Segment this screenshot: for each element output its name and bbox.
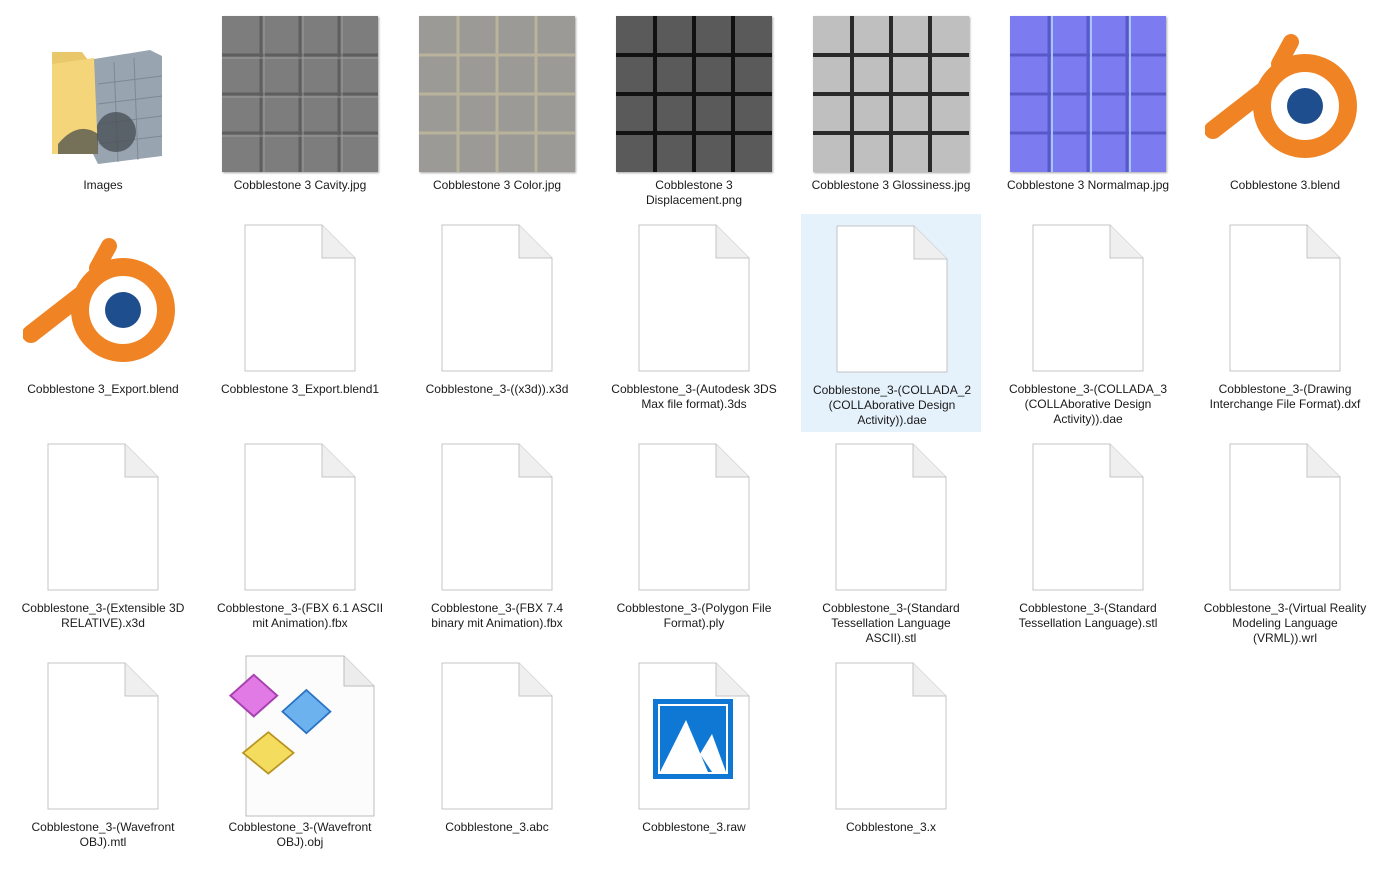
file-item-blend[interactable]: Cobblestone 3.blend [1195,10,1375,228]
generic-file-icon [998,214,1178,382]
generic-file-icon [604,214,784,382]
generic-file-icon [13,652,193,820]
image-file-icon [604,652,784,820]
generic-file-icon [998,433,1178,601]
file-label: Cobblestone_3-(Wavefront OBJ).mtl [31,820,175,849]
file-item-abc[interactable]: Cobblestone_3.abc [407,652,587,870]
file-item-cavity[interactable]: Cobblestone 3 Cavity.jpg [210,10,390,228]
file-label: Cobblestone_3-(Standard Tessellation Lan… [1018,601,1158,630]
file-item-normalmap[interactable]: Cobblestone 3 Normalmap.jpg [998,10,1178,228]
file-label: Cobblestone_3-(Standard Tessellation Lan… [822,601,960,645]
file-item-export-blend[interactable]: Cobblestone 3_Export.blend [13,214,193,432]
file-item-3ds[interactable]: Cobblestone_3-(Autodesk 3DS Max file for… [604,214,784,432]
file-label: Cobblestone 3 Displacement.png [645,178,743,207]
texture-thumbnail [210,10,390,178]
generic-file-icon [407,433,587,601]
file-label: Cobblestone_3-(Polygon File Format).ply [616,601,772,630]
file-label: Cobblestone_3-(COLLADA_2 (COLLAborative … [812,383,972,427]
texture-thumbnail [801,10,981,178]
file-item-x3d-relative[interactable]: Cobblestone_3-(Extensible 3D RELATIVE).x… [13,433,193,651]
file-label: Cobblestone_3-((x3d)).x3d [425,382,569,396]
generic-file-icon [802,215,982,383]
file-item-fbx-74[interactable]: Cobblestone_3-(FBX 7.4 binary mit Animat… [407,433,587,651]
generic-file-icon [801,433,981,601]
file-item-mtl[interactable]: Cobblestone_3-(Wavefront OBJ).mtl [13,652,193,870]
file-label: Cobblestone_3-(Autodesk 3DS Max file for… [611,382,777,411]
generic-file-icon [407,214,587,382]
file-label: Cobblestone_3-(FBX 6.1 ASCII mit Animati… [216,601,384,630]
file-item-displacement[interactable]: Cobblestone 3 Displacement.png [604,10,784,228]
file-label: Cobblestone_3-(Virtual Reality Modeling … [1203,601,1367,645]
file-item-fbx-61[interactable]: Cobblestone_3-(FBX 6.1 ASCII mit Animati… [210,433,390,651]
file-item-obj[interactable]: Cobblestone_3-(Wavefront OBJ).obj [210,652,390,870]
file-label: Cobblestone 3_Export.blend1 [220,382,380,396]
file-item-dxf[interactable]: Cobblestone_3-(Drawing Interchange File … [1195,214,1375,432]
generic-file-icon [13,433,193,601]
file-label: Cobblestone 3.blend [1229,178,1341,192]
file-label: Images [83,178,123,192]
file-item-glossiness[interactable]: Cobblestone 3 Glossiness.jpg [801,10,981,228]
file-grid: Images Cobblestone 3 Cavity.jpg Cobblest… [0,0,1398,849]
file-item-images-folder[interactable]: Images [13,10,193,228]
file-label: Cobblestone_3-(Drawing Interchange File … [1209,382,1361,411]
file-label: Cobblestone_3.raw [642,820,746,834]
file-item-collada-2[interactable]: Cobblestone_3-(COLLADA_2 (COLLAborative … [801,214,981,432]
texture-thumbnail [604,10,784,178]
generic-file-icon [210,433,390,601]
generic-file-icon [1195,433,1375,601]
file-label: Cobblestone_3-(COLLADA_3 (COLLAborative … [1008,382,1168,426]
file-item-stl[interactable]: Cobblestone_3-(Standard Tessellation Lan… [998,433,1178,651]
file-label: Cobblestone 3 Cavity.jpg [233,178,367,192]
file-label: Cobblestone_3.x [845,820,937,834]
generic-file-icon [801,652,981,820]
file-item-x[interactable]: Cobblestone_3.x [801,652,981,870]
texture-thumbnail [407,10,587,178]
obj-file-icon [210,652,390,820]
file-item-collada-3[interactable]: Cobblestone_3-(COLLADA_3 (COLLAborative … [998,214,1178,432]
blender-icon [1195,10,1375,178]
file-item-wrl[interactable]: Cobblestone_3-(Virtual Reality Modeling … [1195,433,1375,651]
generic-file-icon [407,652,587,820]
file-label: Cobblestone 3 Normalmap.jpg [1006,178,1170,192]
file-label: Cobblestone_3.abc [445,820,549,834]
file-label: Cobblestone_3-(FBX 7.4 binary mit Animat… [430,601,564,630]
file-item-raw[interactable]: Cobblestone_3.raw [604,652,784,870]
file-label: Cobblestone_3-(Wavefront OBJ).obj [228,820,372,849]
file-label: Cobblestone_3-(Extensible 3D RELATIVE).x… [21,601,185,630]
texture-thumbnail [998,10,1178,178]
folder-icon [13,10,193,178]
file-item-export-blend1[interactable]: Cobblestone 3_Export.blend1 [210,214,390,432]
generic-file-icon [1195,214,1375,382]
file-label: Cobblestone 3_Export.blend [27,382,179,396]
file-item-stl-ascii[interactable]: Cobblestone_3-(Standard Tessellation Lan… [801,433,981,651]
generic-file-icon [604,433,784,601]
blender-icon [13,214,193,382]
file-item-ply[interactable]: Cobblestone_3-(Polygon File Format).ply [604,433,784,651]
file-item-color[interactable]: Cobblestone 3 Color.jpg [407,10,587,228]
file-label: Cobblestone 3 Glossiness.jpg [811,178,971,192]
file-item-x3d[interactable]: Cobblestone_3-((x3d)).x3d [407,214,587,432]
file-label: Cobblestone 3 Color.jpg [432,178,562,192]
generic-file-icon [210,214,390,382]
